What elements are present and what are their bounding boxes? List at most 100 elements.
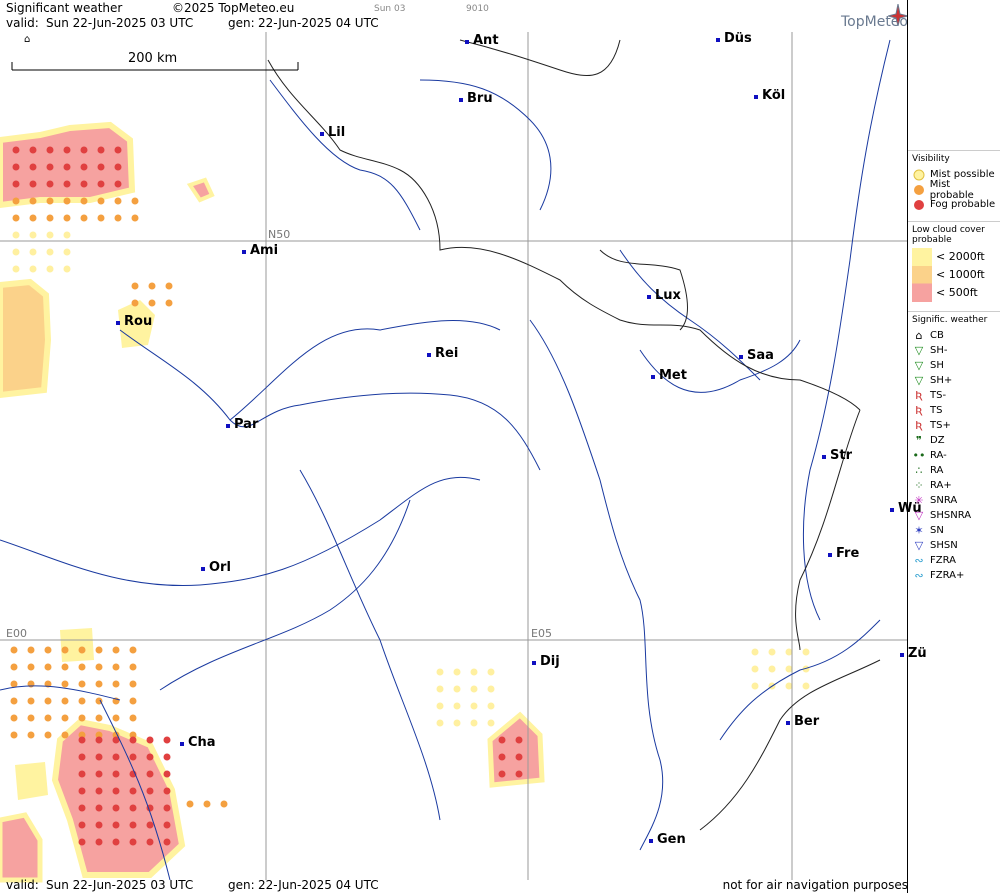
visibility-dot — [12, 180, 20, 188]
low-cloud-swatch — [912, 248, 932, 302]
visibility-dot — [44, 714, 52, 722]
visibility-dot — [12, 163, 20, 171]
footer-disclaimer: not for air navigation purposes — [722, 878, 908, 892]
weather-map[interactable] — [0, 0, 908, 893]
visibility-dot — [46, 214, 54, 222]
visibility-dot — [46, 180, 54, 188]
lon-label-w: E00 — [6, 627, 27, 640]
sigwx-symbol-icon: ▽ — [914, 509, 924, 522]
sigwx-item: ∴ RA — [912, 463, 996, 478]
sigwx-symbol-icon: ✳ — [914, 494, 924, 507]
visibility-dot — [12, 214, 20, 222]
visibility-dot — [129, 804, 137, 812]
visibility-dot — [112, 838, 120, 846]
visibility-dot — [27, 646, 35, 654]
visibility-dot — [46, 248, 54, 256]
visibility-dot — [129, 787, 137, 795]
visibility-dot — [163, 736, 171, 744]
visibility-dot — [12, 248, 20, 256]
city-met: Met — [651, 368, 687, 383]
compass-icon — [888, 4, 908, 26]
sigwx-symbol-icon: •• — [912, 449, 926, 462]
visibility-dot — [146, 787, 154, 795]
sigwx-symbol-icon: ∾ — [914, 569, 924, 582]
visibility-dot — [114, 197, 122, 205]
visibility-dot — [470, 668, 478, 676]
sigwx-label: SN — [930, 525, 944, 536]
sigwx-item: ❞ DZ — [912, 433, 996, 448]
visibility-dot — [78, 680, 86, 688]
sigwx-item: ∾ FZRA+ — [912, 568, 996, 583]
sigwx-item: ▽ SHSNRA — [912, 508, 996, 523]
visibility-dot — [129, 697, 137, 705]
visibility-dot — [785, 665, 793, 673]
legend-lc1: < 2000ft — [936, 250, 985, 263]
visibility-dot — [27, 697, 35, 705]
sigwx-label: SHSNRA — [930, 510, 972, 521]
visibility-dot — [63, 231, 71, 239]
visibility-dot — [95, 787, 103, 795]
scale-label: 200 km — [128, 51, 178, 66]
visibility-dot — [129, 736, 137, 744]
visibility-dot — [61, 714, 69, 722]
visibility-dot — [470, 685, 478, 693]
visibility-dot — [163, 787, 171, 795]
visibility-dot — [46, 265, 54, 273]
visibility-dot — [78, 753, 86, 761]
visibility-dot — [80, 214, 88, 222]
visibility-dot — [97, 180, 105, 188]
sigwx-label: RA+ — [930, 480, 952, 491]
sigwx-item: Ʀ TS+ — [912, 418, 996, 433]
visibility-dot — [95, 714, 103, 722]
visibility-dot — [97, 146, 105, 154]
visibility-dot — [163, 838, 171, 846]
visibility-dot — [12, 231, 20, 239]
sigwx-item: Ʀ TS- — [912, 388, 996, 403]
sigwx-item: ⌂ CB — [912, 328, 996, 343]
sigwx-symbol-icon: Ʀ — [915, 404, 923, 417]
visibility-dot — [203, 800, 211, 808]
sigwx-item: ∾ FZRA — [912, 553, 996, 568]
visibility-dot — [112, 663, 120, 671]
visibility-dot — [220, 800, 228, 808]
sigwx-item: ▽ SH — [912, 358, 996, 373]
city-str: Str — [822, 448, 852, 463]
legend-fog-probable: Fog probable — [930, 199, 996, 210]
visibility-dot — [751, 682, 759, 690]
legend-panel: Visibility Mist possible Mist probable F… — [908, 150, 1000, 620]
legend-lc2: < 1000ft — [936, 268, 985, 281]
visibility-dot — [129, 663, 137, 671]
visibility-dot — [112, 753, 120, 761]
sigwx-label: SH — [930, 360, 944, 371]
sigwx-symbol-icon: ❞ — [916, 434, 922, 447]
visibility-dot — [131, 299, 139, 307]
copyright: ©2025 TopMeteo.eu — [172, 1, 295, 15]
visibility-dot — [165, 282, 173, 290]
visibility-dot — [802, 682, 810, 690]
city-gen: Gen — [649, 832, 686, 847]
sigwx-item: ▽ SH+ — [912, 373, 996, 388]
visibility-dot — [95, 753, 103, 761]
fog-probable-icon — [912, 198, 926, 212]
visibility-dot — [61, 663, 69, 671]
city-rei: Rei — [427, 346, 458, 361]
visibility-dot — [97, 163, 105, 171]
visibility-dot — [78, 646, 86, 654]
city-ber: Ber — [786, 714, 819, 729]
visibility-dot — [112, 646, 120, 654]
sigwx-item: ⁘ RA+ — [912, 478, 996, 493]
visibility-dot — [487, 702, 495, 710]
city-kol: Köl — [754, 88, 785, 103]
legend-mist-probable: Mist probable — [929, 178, 974, 201]
visibility-dot — [436, 702, 444, 710]
city-lil: Lil — [320, 125, 345, 140]
visibility-dot — [78, 736, 86, 744]
sigwx-label: FZRA+ — [930, 570, 965, 581]
visibility-dot — [10, 731, 18, 739]
visibility-dot — [148, 299, 156, 307]
visibility-dot — [95, 804, 103, 812]
visibility-dot — [63, 197, 71, 205]
visibility-dot — [78, 697, 86, 705]
visibility-dot — [163, 770, 171, 778]
sigwx-label: TS- — [930, 390, 947, 401]
